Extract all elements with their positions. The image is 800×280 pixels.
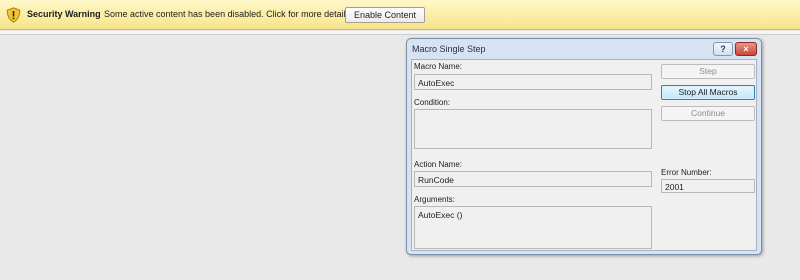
macro-name-label: Macro Name: bbox=[414, 62, 463, 71]
close-button[interactable]: × bbox=[735, 42, 757, 56]
security-warning-title: Security Warning bbox=[27, 9, 101, 19]
macro-name-field: AutoExec bbox=[414, 74, 652, 90]
arguments-label: Arguments: bbox=[414, 195, 455, 204]
condition-label: Condition: bbox=[414, 98, 451, 107]
warning-shield-icon bbox=[6, 7, 21, 23]
stop-all-macros-button[interactable]: Stop All Macros bbox=[661, 85, 755, 100]
action-name-label: Action Name: bbox=[414, 160, 463, 169]
security-warning-message[interactable]: Some active content has been disabled. C… bbox=[104, 9, 353, 19]
macro-single-step-dialog: Macro Single Step ? × Macro Name: AutoEx… bbox=[406, 38, 762, 255]
error-number-label: Error Number: bbox=[661, 168, 712, 177]
security-warning-bar[interactable]: Security Warning Some active content has… bbox=[0, 0, 800, 30]
enable-content-button[interactable]: Enable Content bbox=[345, 7, 425, 23]
dialog-client-area: Macro Name: AutoExec Condition: Action N… bbox=[411, 59, 757, 251]
condition-field bbox=[414, 109, 652, 149]
continue-button[interactable]: Continue bbox=[661, 106, 755, 121]
dialog-title: Macro Single Step bbox=[412, 44, 486, 54]
help-button[interactable]: ? bbox=[713, 42, 733, 56]
step-button[interactable]: Step bbox=[661, 64, 755, 79]
action-name-field: RunCode bbox=[414, 171, 652, 187]
error-number-field: 2001 bbox=[661, 179, 755, 193]
arguments-field: AutoExec () bbox=[414, 206, 652, 249]
